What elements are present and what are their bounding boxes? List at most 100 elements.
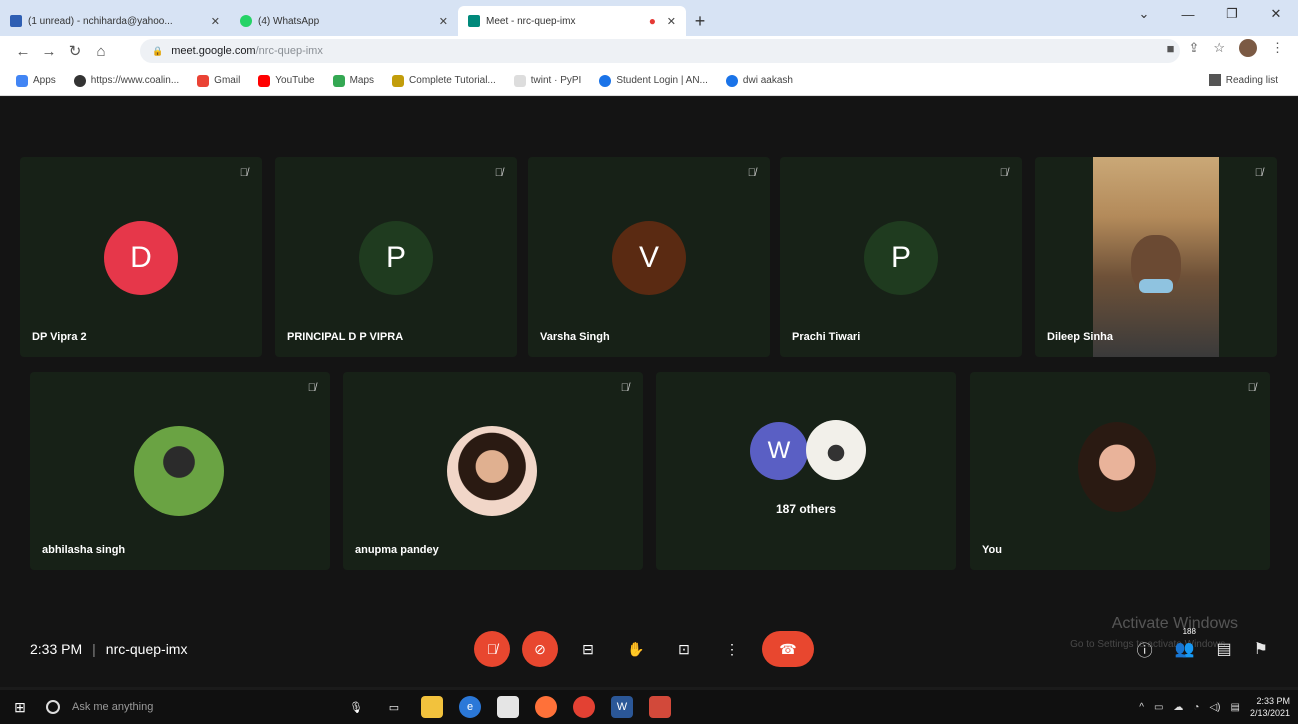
url-host: meet.google.com [171,45,256,57]
taskbar-search[interactable]: Ask me anything [40,690,340,724]
bookmark-pypi[interactable]: twint · PyPI [513,74,582,87]
bookmark-label: Complete Tutorial... [409,75,496,86]
close-icon[interactable]: ✕ [667,15,676,28]
address-bar-row: ← → ↻ ⌂ 🔒 meet.google.com /nrc-quep-imx … [0,36,1298,66]
edge-icon[interactable]: e [459,696,481,718]
separator: | [92,641,96,657]
firefox-icon[interactable] [535,696,557,718]
close-icon[interactable]: ✕ [211,15,220,28]
tab-title: (4) WhatsApp [258,15,320,27]
people-button[interactable]: 👥 188 [1175,627,1196,659]
app-icon[interactable] [649,696,671,718]
bookmark-apps[interactable]: Apps [16,74,56,87]
tab-search-icon[interactable]: ⌄ [1122,0,1166,28]
avatar: P [864,221,938,295]
new-tab-button[interactable]: + [686,6,714,36]
participant-tile[interactable]: 🎙̸ P Prachi Tiwari [780,157,1022,357]
apps-icon [16,74,28,87]
start-button[interactable]: ⊞ [0,690,40,724]
volume-icon[interactable]: ◁) [1209,702,1220,713]
file-explorer-icon[interactable] [421,696,443,718]
camera-icon[interactable]: ■ [1167,41,1175,56]
raise-hand-button[interactable]: ✋ [618,631,654,667]
bookmark-maps[interactable]: Maps [332,74,374,87]
meet-stage: 🎙̸ D DP Vipra 2 🎙̸ P PRINCIPAL D P VIPRA… [0,97,1298,687]
mic-off-icon: 🎙̸ [747,167,756,179]
taskbar-clock[interactable]: 2:33 PM 2/13/2021 [1250,695,1290,719]
participant-tile[interactable]: 🎙̸ V Varsha Singh [528,157,770,357]
mic-off-icon: 🎙̸ [1247,382,1256,394]
others-tile[interactable]: W 187 others [656,372,956,570]
share-icon[interactable]: ⇪ [1188,40,1199,56]
captions-button[interactable]: ⊟ [570,631,606,667]
more-options-button[interactable]: ⋮ [714,631,750,667]
participant-tile[interactable]: 🎙̸ D DP Vipra 2 [20,157,262,357]
wifi-icon[interactable]: ◔ [1193,702,1199,713]
bookmark-label: twint · PyPI [530,75,582,86]
word-icon[interactable]: W [611,696,633,718]
participant-tile[interactable]: 🎙̸ anupma pandey [343,372,643,570]
others-count: 187 others [775,502,837,516]
mic-toggle-button[interactable]: 🎙̸ [474,631,510,667]
home-button[interactable]: ⌂ [88,38,114,64]
close-icon[interactable]: ✕ [439,15,448,28]
present-button[interactable]: ⊡ [666,631,702,667]
tab-yahoo-mail[interactable]: (1 unread) - nchiharda@yahoo... ✕ [0,6,230,36]
tab-meet[interactable]: Meet - nrc-quep-imx ● ✕ [458,6,686,36]
meeting-side-controls: ⓘ 👥 188 ▤ ⚑ [1137,627,1268,661]
cloud-icon[interactable]: ☁ [1173,702,1183,713]
participant-tile[interactable]: 🎙̸ P PRINCIPAL D P VIPRA [275,157,517,357]
participant-tile[interactable]: 🎙̸ Dileep Sinha [1035,157,1277,357]
avatar: W [750,422,808,480]
bookmark-tutorial[interactable]: Complete Tutorial... [392,74,496,87]
participant-name: PRINCIPAL D P VIPRA [287,331,404,343]
windows-taskbar: ⊞ Ask me anything 🎙 ▭ e W ^ ▭ ☁ ◔ ◁) ▤ 2… [0,690,1298,724]
chat-icon[interactable]: ▤ [1217,639,1232,659]
bookmark-coalin[interactable]: https://www.coalin... [73,74,180,87]
activities-icon[interactable]: ⚑ [1254,639,1268,659]
maximize-button[interactable]: ❐ [1210,0,1254,28]
person-icon [725,74,738,87]
tab-whatsapp[interactable]: (4) WhatsApp ✕ [230,6,458,36]
task-view-icon[interactable]: ▭ [383,696,405,718]
notification-icon[interactable]: ▤ [1231,702,1240,713]
bookmark-dwi-aakash[interactable]: dwi aakash [725,74,793,87]
reading-list-label: Reading list [1225,74,1278,86]
avatar: D [104,221,178,295]
search-placeholder: Ask me anything [72,701,154,713]
url-input[interactable]: 🔒 meet.google.com /nrc-quep-imx [140,39,1180,63]
mic-off-icon: 🎙̸ [494,167,503,179]
bookmark-student-login[interactable]: Student Login | AN... [599,74,708,87]
reading-list-button[interactable]: Reading list [1208,74,1278,86]
browser-tab-bar: (1 unread) - nchiharda@yahoo... ✕ (4) Wh… [0,0,1298,36]
camera-toggle-button[interactable]: ⊘ [522,631,558,667]
info-icon[interactable]: ⓘ [1137,637,1153,661]
clock-time: 2:33 PM [1256,696,1290,706]
mail-icon [10,15,22,27]
menu-icon[interactable]: ⋮ [1271,40,1284,56]
chevron-up-icon[interactable]: ^ [1139,702,1144,713]
minimize-button[interactable]: — [1166,0,1210,28]
meet-icon [468,15,480,27]
close-window-button[interactable]: ✕ [1254,0,1298,28]
forward-button[interactable]: → [36,38,62,64]
store-icon[interactable] [497,696,519,718]
participant-name: anupma pandey [355,544,439,556]
meeting-code[interactable]: nrc-quep-imx [106,641,188,657]
mic-icon[interactable]: 🎙 [345,696,367,718]
bookmark-youtube[interactable]: YouTube [258,74,315,87]
star-icon[interactable]: ☆ [1213,40,1225,56]
chrome-icon[interactable] [573,696,595,718]
profile-avatar[interactable] [1239,39,1257,57]
reload-button[interactable]: ↻ [62,38,88,64]
youtube-icon [258,74,271,87]
leave-call-button[interactable]: ☎ [762,631,814,667]
self-tile[interactable]: 🎙̸ You [970,372,1270,570]
battery-icon[interactable]: ▭ [1154,702,1163,713]
pypi-icon [513,74,526,87]
bookmark-gmail[interactable]: Gmail [197,74,240,87]
participant-tile[interactable]: 🎙̸ abhilasha singh [30,372,330,570]
bookmark-label: https://www.coalin... [90,75,180,86]
back-button[interactable]: ← [10,38,36,64]
mic-off-icon: 🎙̸ [307,382,316,394]
